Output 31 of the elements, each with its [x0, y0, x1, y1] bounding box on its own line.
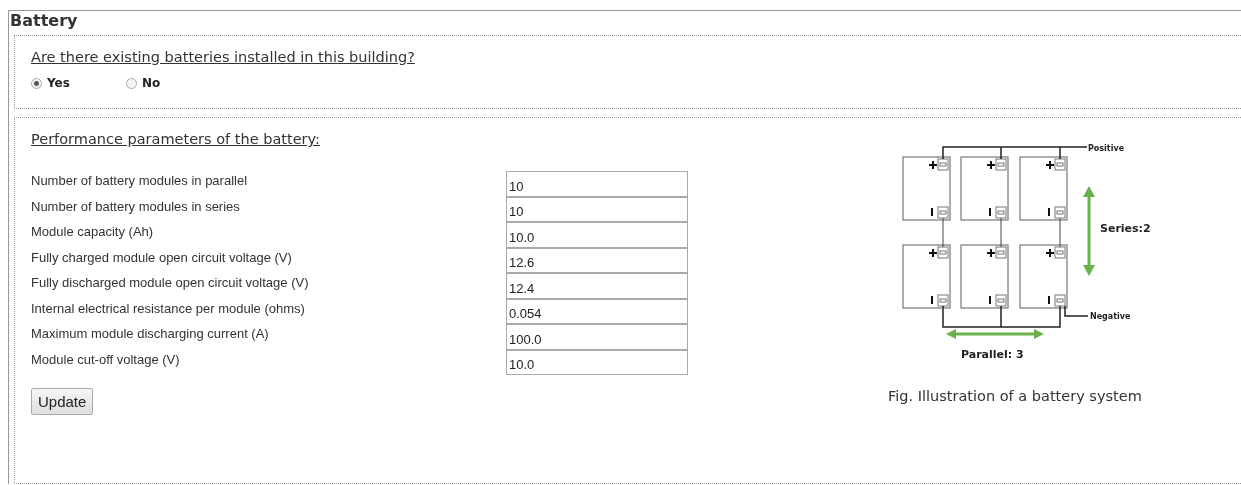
input-field[interactable]: 10.0 — [506, 349, 688, 375]
positive-label: Positive — [1088, 144, 1125, 153]
radio-button[interactable] — [125, 77, 137, 89]
input-field[interactable]: 10 — [506, 196, 688, 222]
input-field[interactable]: 12.6 — [506, 247, 688, 273]
radio-button[interactable] — [31, 77, 42, 89]
update-button[interactable]: Update — [31, 388, 94, 415]
section-title: Battery — [10, 11, 79, 30]
figure-caption: Fig. Illustration of a battery system — [888, 388, 1142, 404]
radio-label: Yes — [47, 76, 70, 90]
parallel-label: Parallel: 3 — [961, 348, 1024, 361]
radio-option[interactable]: No — [125, 76, 161, 90]
input-field[interactable]: 10.0 — [506, 222, 688, 248]
field-label: Number of battery modules in series — [31, 197, 241, 216]
field-label: Number of battery modules in parallel — [31, 172, 249, 190]
field-label: Module cut-off voltage (V) — [31, 350, 181, 369]
field-label: Fully charged module open circuit voltage (V) — [31, 248, 293, 267]
performance-heading: Performance parameters of the battery: — [31, 131, 320, 147]
field-label: Module capacity (Ah) — [31, 223, 155, 241]
radio-option[interactable]: Yes — [31, 76, 70, 90]
input-field[interactable]: 0.054 — [506, 298, 688, 324]
input-field[interactable]: 100.0 — [506, 324, 688, 350]
negative-label: Negative — [1090, 312, 1131, 321]
question-heading: Are there existing batteries installed in this building? — [31, 49, 415, 65]
field-label: Maximum module discharging current (A) — [31, 325, 270, 343]
input-field[interactable]: 10 — [506, 171, 688, 197]
series-label: Series:2 — [1100, 222, 1151, 235]
field-label: Fully discharged module open circuit voltage (V) — [31, 274, 310, 292]
field-label: Internal electrical resistance per module (ohms) — [31, 299, 306, 318]
radio-label: No — [141, 76, 161, 90]
input-field[interactable]: 12.4 — [506, 273, 688, 299]
